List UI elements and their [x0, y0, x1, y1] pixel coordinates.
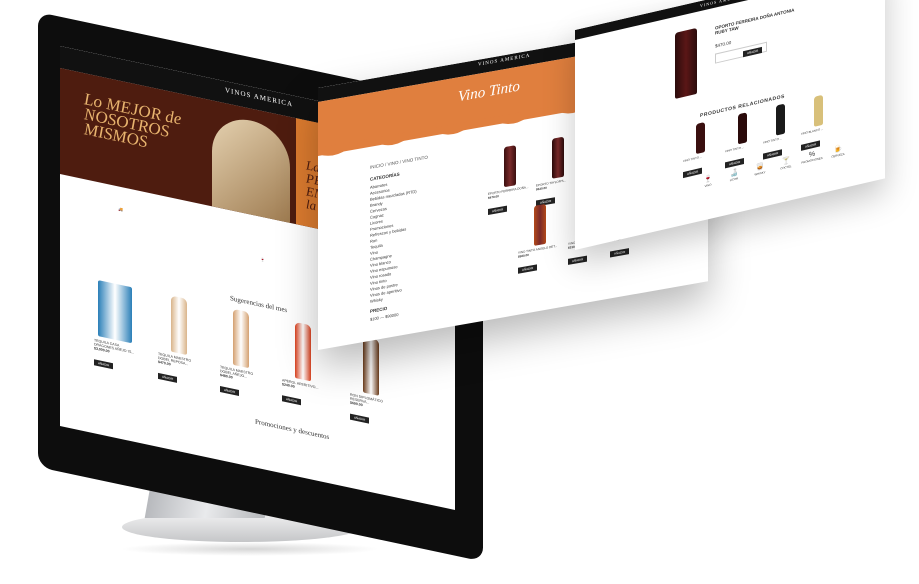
- product-page-screen: VINOS AMERICA OPORTO FERREIRA DOÑA ANTON…: [575, 0, 885, 251]
- product-card[interactable]: VINO TINTO ANGELO DET... $560.00 AÑADIR: [518, 201, 562, 277]
- product-image[interactable]: [171, 295, 187, 355]
- hero-product-photo: [212, 112, 290, 223]
- promotions-title: Promociones y descuentos: [255, 417, 330, 442]
- add-to-cart-button[interactable]: AÑADIR: [568, 255, 588, 265]
- add-to-cart-button[interactable]: AÑADIR: [488, 205, 508, 216]
- add-to-cart-button[interactable]: AÑADIR: [350, 413, 370, 424]
- related-product-card[interactable]: VINO TINTO ... AÑADIR: [725, 110, 759, 172]
- product-image[interactable]: [534, 203, 546, 246]
- breadcrumb[interactable]: INICIO / VINO / VINO TINTO: [370, 155, 428, 170]
- hero-title: Lo MEJOR de NOSOTROS MISMOS: [84, 89, 182, 152]
- product-image[interactable]: [295, 321, 311, 382]
- product-image[interactable]: [504, 145, 516, 188]
- feature-delivery: 🚚: [118, 206, 123, 213]
- product-top-nav: VINOS AMERICA: [575, 0, 885, 40]
- product-image[interactable]: [737, 112, 747, 145]
- imac-shadow: [120, 542, 380, 556]
- related-product-card[interactable]: VINO BLANCO ... AÑADIR: [801, 92, 835, 154]
- related-product-card[interactable]: VINO TINTO ... AÑADIR: [763, 101, 797, 163]
- add-to-cart-button[interactable]: AÑADIR: [94, 359, 114, 370]
- add-to-cart-button[interactable]: AÑADIR: [220, 386, 240, 397]
- add-to-cart-button[interactable]: AÑADIR: [158, 372, 178, 383]
- product-image[interactable]: [813, 94, 823, 127]
- product-image[interactable]: [363, 336, 379, 396]
- related-product-card[interactable]: VINO TINTO ... AÑADIR: [683, 119, 717, 181]
- feature-payment: 🍷: [260, 256, 265, 263]
- product-image[interactable]: [552, 136, 564, 179]
- category-sidebar: CATEGORÍAS Abarrotes Accesorios Bebidas me…: [370, 169, 417, 323]
- product-brand-logo[interactable]: VINOS AMERICA: [700, 0, 744, 8]
- product-card[interactable]: TEQUILA CASA DRAGONES AÑEJO 75... $3,000.…: [94, 279, 136, 377]
- add-to-cart-button[interactable]: AÑADIR: [282, 395, 302, 406]
- product-image[interactable]: [98, 280, 132, 344]
- product-main-image: [675, 27, 697, 99]
- product-name: OPORTO FERREIRA DOÑA ANTONIA RUBY TAW: [715, 7, 795, 36]
- product-price: $470.00: [715, 39, 732, 49]
- product-image[interactable]: [775, 103, 785, 136]
- product-card[interactable]: RON DIPLOMÁTICO RESERVA... $690.00 AÑADIR: [350, 334, 392, 432]
- category-title: Vino Tinto: [458, 78, 520, 106]
- product-card[interactable]: TEQUILA MAESTRO DOBEL REPOSA... $470.00 AÑ…: [158, 293, 200, 391]
- add-to-cart-button[interactable]: AÑADIR: [518, 264, 538, 274]
- product-image[interactable]: [695, 122, 705, 155]
- product-card[interactable]: TEQUILA MAESTRO DOBEL AÑEJO... $480.00 AÑA…: [220, 306, 262, 404]
- add-to-cart-button[interactable]: AÑADIR: [610, 248, 630, 258]
- product-image[interactable]: [233, 308, 249, 369]
